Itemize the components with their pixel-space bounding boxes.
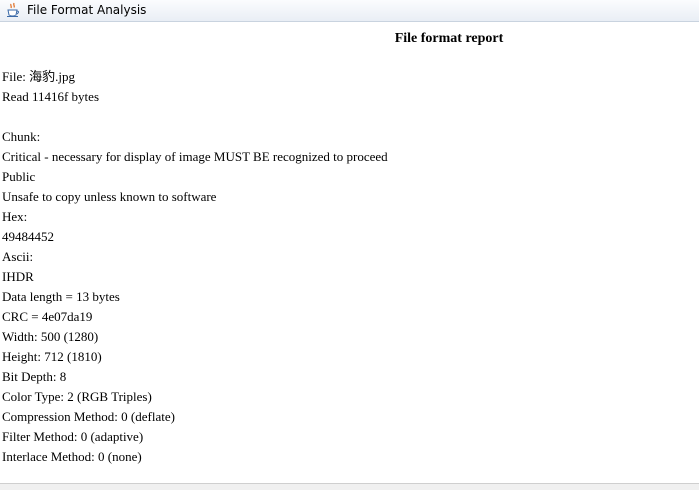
height-line: Height: 712 (1810)	[2, 349, 102, 364]
file-name-line: File: 海豹.jpg	[2, 69, 75, 84]
bytes-read-line: Read 11416f bytes	[2, 89, 99, 104]
data-length-line: Data length = 13 bytes	[2, 289, 120, 304]
bit-depth-line: Bit Depth: 8	[2, 369, 67, 384]
crc-line: CRC = 4e07da19	[2, 309, 93, 324]
hex-label: Hex:	[2, 209, 28, 224]
report-text-area[interactable]: File format report File: 海豹.jpg Read 114…	[0, 23, 699, 482]
title-bar[interactable]: File Format Analysis	[0, 0, 699, 22]
width-line: Width: 500 (1280)	[2, 329, 99, 344]
window-title: File Format Analysis	[27, 3, 147, 17]
color-type-line: Color Type: 2 (RGB Triples)	[2, 389, 152, 404]
public-line: Public	[2, 169, 36, 184]
unsafe-line: Unsafe to copy unless known to software	[2, 189, 217, 204]
java-cup-icon	[7, 2, 19, 17]
interlace-line: Interlace Method: 0 (none)	[2, 449, 142, 464]
window-bottom-edge	[0, 483, 699, 490]
filter-line: Filter Method: 0 (adaptive)	[2, 429, 144, 444]
report-heading: File format report	[394, 31, 504, 46]
app-window: File Format Analysis File format report …	[0, 0, 699, 490]
ascii-value: IHDR	[2, 269, 34, 284]
hex-value: 49484452	[2, 229, 54, 244]
critical-line: Critical - necessary for display of imag…	[2, 149, 388, 164]
ascii-label: Ascii:	[2, 249, 34, 264]
compression-line: Compression Method: 0 (deflate)	[2, 409, 175, 424]
chunk-label: Chunk:	[2, 129, 41, 144]
